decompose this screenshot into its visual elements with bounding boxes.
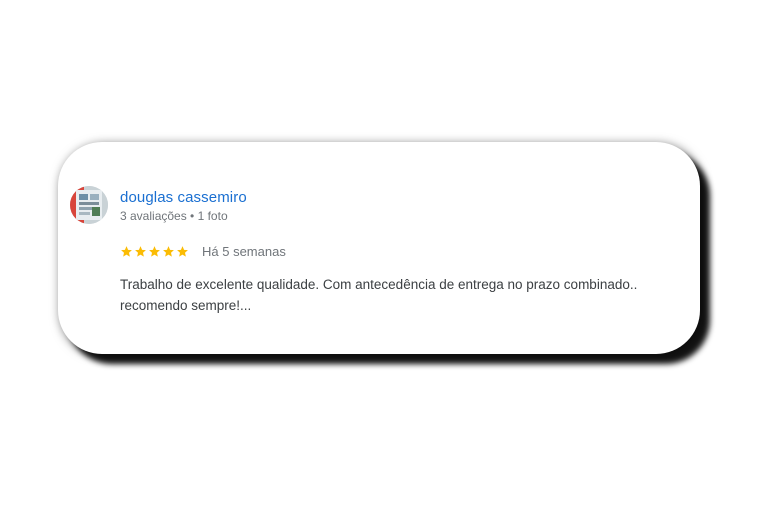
- star-icon: [176, 245, 189, 258]
- avatar-photo-icon: [70, 186, 108, 224]
- reviewer-name-link[interactable]: douglas cassemiro: [120, 189, 247, 206]
- review-date: Há 5 semanas: [202, 243, 286, 259]
- review-card: douglas cassemiro 3 avaliações • 1 foto …: [58, 142, 700, 354]
- star-icon: [162, 245, 175, 258]
- star-icon: [134, 245, 147, 258]
- stage: douglas cassemiro 3 avaliações • 1 foto …: [0, 0, 768, 512]
- meta-separator: •: [186, 209, 198, 223]
- reviewer-avatar[interactable]: [70, 186, 108, 224]
- star-rating: [120, 245, 189, 258]
- reviewer-photo-count: 1 foto: [197, 209, 228, 223]
- review-text: Trabalho de excelente qualidade. Com ant…: [120, 277, 638, 313]
- reviewer-meta[interactable]: 3 avaliações • 1 foto: [120, 209, 228, 223]
- star-icon: [148, 245, 161, 258]
- reviewer-review-count: 3 avaliações: [120, 209, 187, 223]
- star-icon: [120, 245, 133, 258]
- rating-row: Há 5 semanas: [120, 242, 286, 260]
